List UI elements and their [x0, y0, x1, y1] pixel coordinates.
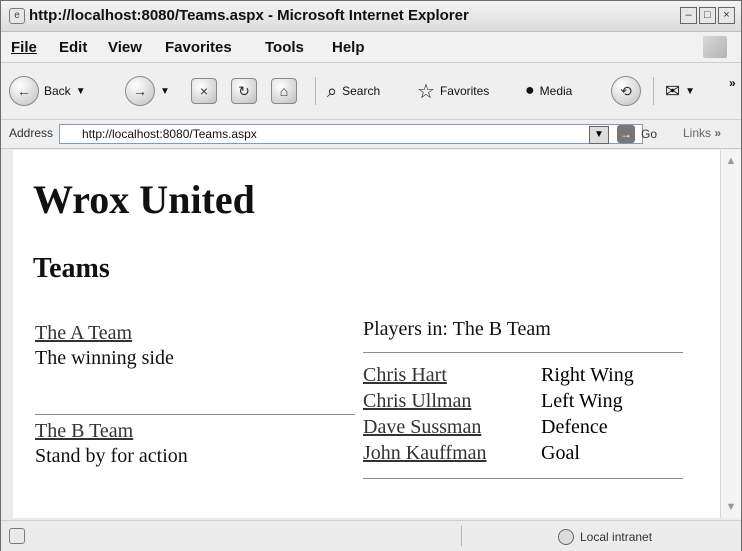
go-arrow-icon: → [617, 125, 635, 143]
mail-icon: ✉ [665, 80, 681, 101]
team-description: Stand by for action [35, 445, 188, 467]
player-position: Defence [541, 416, 608, 438]
vertical-scrollbar[interactable]: ▲ ▼ [720, 150, 741, 518]
mail-dropdown-icon: ▼ [685, 85, 695, 97]
history-icon: ⟲ [611, 76, 641, 106]
minimize-button[interactable]: – [680, 7, 697, 24]
favorites-star-icon: ☆ [417, 80, 435, 103]
history-button[interactable]: ⟲ [611, 75, 641, 107]
team-item: The A Team The winning side [35, 322, 355, 370]
team-separator [35, 414, 355, 415]
menu-tools[interactable]: Tools [265, 39, 304, 56]
team-link[interactable]: The A Team [35, 322, 355, 345]
forward-dropdown-icon: ▼ [160, 85, 170, 97]
search-button[interactable]: ⌕ Search [327, 75, 380, 107]
intranet-icon [558, 529, 574, 545]
menu-bar: File Edit View Favorites Tools Help [1, 32, 741, 63]
address-input[interactable]: http://localhost:8080/Teams.aspx [59, 124, 643, 144]
scroll-up-icon[interactable]: ▲ [724, 154, 738, 168]
table-row: Chris Hart Right Wing [363, 364, 634, 390]
chevron-right-icon: » [729, 76, 736, 90]
address-bar: Address http://localhost:8080/Teams.aspx… [1, 120, 741, 149]
team-link[interactable]: The B Team [35, 420, 355, 443]
media-button[interactable]: ● Media [525, 75, 572, 107]
stop-icon: × [191, 78, 217, 104]
page-content: Wrox United Teams The A Team The winning… [13, 150, 721, 518]
standard-toolbar: ← Back ▼ → ▼ × ↻ ⌂ ⌕ Search ☆ Favorites … [1, 63, 741, 120]
team-description: The winning side [35, 347, 174, 369]
players-bottom-rule [363, 478, 683, 479]
site-title: Wrox United [33, 177, 255, 222]
menu-favorites[interactable]: Favorites [165, 39, 232, 56]
team-item: The B Team Stand by for action [35, 420, 355, 468]
forward-arrow-icon: → [125, 76, 155, 106]
toolbar-overflow-button[interactable]: » [729, 67, 736, 99]
back-arrow-icon: ← [9, 76, 39, 106]
menu-help[interactable]: Help [332, 39, 365, 56]
players-heading: Players in: The B Team [363, 318, 551, 340]
windows-logo-icon [703, 36, 727, 58]
menu-view[interactable]: View [108, 39, 142, 56]
address-label: Address [9, 126, 54, 140]
player-link[interactable]: Chris Hart [363, 364, 447, 386]
links-button[interactable]: Links » [683, 126, 721, 140]
home-button[interactable]: ⌂ [271, 75, 297, 107]
refresh-icon: ↻ [231, 78, 257, 104]
ie-page-icon: e [9, 8, 25, 24]
security-zone: Local intranet [558, 529, 652, 545]
menu-file[interactable]: File [11, 39, 37, 56]
table-row: Dave Sussman Defence [363, 416, 634, 442]
window-controls: – □ × [680, 7, 735, 24]
players-top-rule [363, 352, 683, 353]
scroll-down-icon[interactable]: ▼ [724, 500, 738, 514]
go-button[interactable]: → Go [617, 125, 657, 143]
media-icon: ● [525, 82, 535, 99]
maximize-button[interactable]: □ [699, 7, 716, 24]
player-position: Right Wing [541, 364, 634, 386]
player-link[interactable]: Dave Sussman [363, 416, 481, 438]
toolbar-separator [315, 77, 316, 105]
player-link[interactable]: John Kauffman [363, 442, 487, 464]
player-link[interactable]: Chris Ullman [363, 390, 471, 412]
back-dropdown-icon: ▼ [75, 85, 86, 97]
player-position: Goal [541, 442, 580, 464]
section-title: Teams [33, 253, 110, 284]
toolbar-separator-2 [653, 77, 654, 105]
status-bar: Local intranet [1, 520, 741, 551]
browser-window: e http://localhost:8080/Teams.aspx - Mic… [0, 0, 742, 551]
mail-button[interactable]: ✉ ▼ [665, 75, 695, 107]
player-position: Left Wing [541, 390, 623, 412]
title-bar: e http://localhost:8080/Teams.aspx - Mic… [1, 1, 741, 32]
table-row: John Kauffman Goal [363, 442, 634, 468]
table-row: Chris Ullman Left Wing [363, 390, 634, 416]
forward-button[interactable]: → ▼ [125, 75, 170, 107]
teams-list: The A Team The winning side The B Team S… [35, 322, 355, 468]
window-title: http://localhost:8080/Teams.aspx - Micro… [29, 7, 469, 24]
close-button[interactable]: × [718, 7, 735, 24]
home-icon: ⌂ [271, 78, 297, 104]
address-dropdown-icon[interactable]: ▼ [589, 126, 609, 144]
back-button[interactable]: ← Back ▼ [9, 75, 86, 107]
menu-edit[interactable]: Edit [59, 39, 87, 56]
search-icon: ⌕ [327, 80, 338, 101]
links-chevron-icon: » [714, 126, 722, 140]
refresh-button[interactable]: ↻ [231, 75, 257, 107]
players-table: Chris Hart Right Wing Chris Ullman Left … [363, 364, 634, 468]
status-page-icon [9, 528, 25, 544]
favorites-button[interactable]: ☆ Favorites [417, 75, 489, 107]
stop-button[interactable]: × [191, 75, 217, 107]
